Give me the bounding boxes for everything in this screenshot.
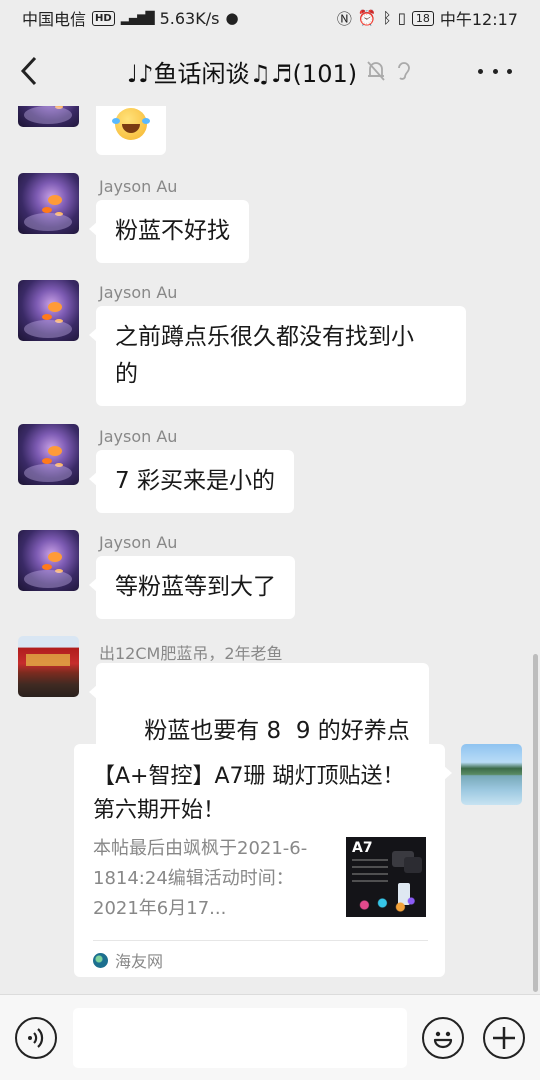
emoji-bubble[interactable] — [96, 106, 166, 155]
message-bubble[interactable]: 等粉蓝等到大了 — [89, 556, 295, 619]
carrier-label: 中国电信 — [22, 10, 87, 29]
clock: 中午12:17 — [439, 10, 518, 29]
lamp-image — [404, 857, 422, 873]
voice-icon[interactable] — [15, 1017, 57, 1059]
sender-name: Jayson Au — [99, 283, 178, 302]
link-card[interactable]: 【A+智控】A7珊 瑚灯顶贴送！ 第六期开始！ 本帖最后由飒枫于2021-6-1… — [74, 744, 452, 977]
emoji-icon[interactable] — [422, 1017, 464, 1059]
coral-image — [350, 895, 422, 915]
sender-name: Jayson Au — [99, 427, 178, 446]
message-input[interactable] — [73, 1008, 407, 1068]
link-card-thumbnail: A7 — [346, 837, 426, 917]
avatar[interactable] — [18, 636, 79, 697]
link-card-description: 本帖最后由飒枫于2021-6-1814:24编辑活动时间：2021年6月17..… — [93, 838, 308, 919]
avatar[interactable] — [18, 106, 79, 127]
avatar[interactable] — [18, 424, 79, 485]
thumbnail-text-lines — [352, 859, 388, 885]
source-name: 海友网 — [115, 952, 164, 971]
vibrate-icon: ▯ — [397, 9, 406, 27]
chat-area[interactable]: Jayson Au 粉蓝不好找 Jayson Au 之前蹲点乐很久都没有找到小 … — [0, 106, 540, 994]
thumbnail-label: A7 — [352, 840, 373, 856]
message-text-line: 之前蹲点乐很久都没有找到小 — [115, 324, 414, 350]
message-notification-icon: ● — [225, 9, 239, 27]
plus-icon[interactable] — [483, 1017, 525, 1059]
sender-name: Jayson Au — [99, 533, 178, 552]
chat-title-group: ♩♪鱼话闲谈♫♬(101) — [100, 54, 440, 88]
status-bar: 中国电信 HD ▂▄▆█ 5.63K/s ● Ⓝ ⏰ ᛒ ▯ 18 中午12:1… — [0, 0, 540, 36]
chat-title: ♩♪鱼话闲谈♫♬(101) — [126, 59, 358, 88]
source-logo-icon — [93, 952, 108, 968]
link-card-title: 【A+智控】A7珊 瑚灯顶贴送！ 第六期开始！ — [93, 764, 405, 823]
battery-level: 18 — [415, 11, 430, 25]
message-text: 7 彩买来是小的 — [115, 468, 275, 494]
battery-icon: 18 — [411, 10, 434, 26]
status-left: 中国电信 HD ▂▄▆█ 5.63K/s ● — [22, 6, 239, 30]
scrollbar[interactable] — [533, 654, 538, 992]
avatar[interactable] — [18, 280, 79, 341]
message-text: 等粉蓝等到大了 — [115, 574, 276, 600]
sender-name: Jayson Au — [99, 177, 178, 196]
more-icon[interactable] — [478, 58, 512, 84]
alarm-icon: ⏰ — [357, 9, 377, 27]
link-card-source: 海友网 — [93, 948, 163, 972]
message-text-line: 的 — [115, 361, 138, 387]
laughing-crying-emoji-icon — [112, 107, 147, 140]
back-icon[interactable] — [16, 54, 46, 88]
status-right: Ⓝ ⏰ ᛒ ▯ 18 中午12:17 — [337, 6, 518, 30]
message-bubble[interactable]: 7 彩买来是小的 — [89, 450, 294, 513]
hd-badge: HD — [92, 10, 115, 26]
message-text: 粉蓝不好找 — [115, 218, 230, 244]
my-avatar[interactable] — [461, 744, 522, 805]
signal-icon: ▂▄▆█ — [120, 11, 155, 25]
ear-icon — [398, 62, 410, 80]
avatar[interactable] — [18, 173, 79, 234]
chat-header: ♩♪鱼话闲谈♫♬(101) — [0, 36, 540, 106]
input-bar — [0, 994, 540, 1080]
network-speed: 5.63K/s — [159, 8, 220, 28]
card-divider — [93, 940, 428, 941]
avatar[interactable] — [18, 530, 79, 591]
message-bubble[interactable]: 粉蓝不好找 — [89, 200, 249, 263]
mute-bell-icon — [367, 61, 385, 81]
sender-name: 出12CM肥蓝吊，2年老鱼 — [99, 644, 283, 663]
message-text: 粉蓝也要有 8 9 的好养点 — [144, 718, 410, 744]
bluetooth-icon: ᛒ — [382, 9, 392, 27]
message-bubble[interactable]: 之前蹲点乐很久都没有找到小 的 — [89, 306, 466, 406]
nfc-icon: Ⓝ — [336, 9, 352, 28]
